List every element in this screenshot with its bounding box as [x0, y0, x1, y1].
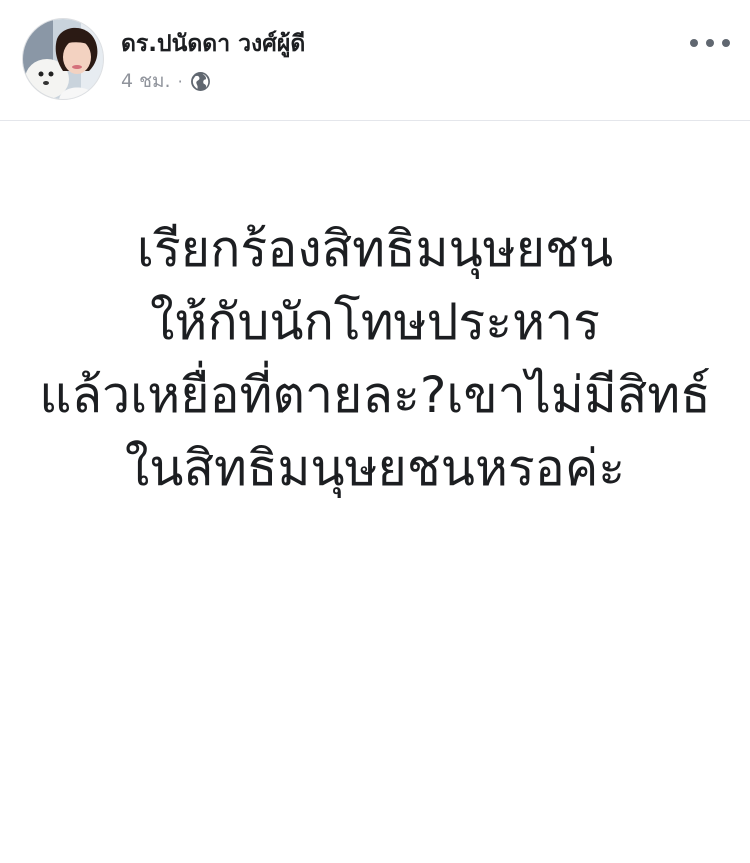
post-text-line: แล้วเหยื่อที่ตายละ?เขาไม่มีสิทธ์: [39, 366, 711, 424]
globe-icon: [190, 71, 210, 91]
post-text-line: เรียกร้องสิทธิมนุษยชน: [136, 220, 614, 278]
more-options-icon[interactable]: [690, 30, 730, 56]
post-text-line: ให้กับนักโทษประหาร: [150, 293, 600, 351]
post-header: ดร.ปนัดดา วงศ์ผู้ดี 4 ชม. ·: [0, 0, 750, 120]
post-meta: 4 ชม. ·: [121, 68, 211, 94]
author-name[interactable]: ดร.ปนัดดา วงศ์ผู้ดี: [121, 26, 305, 62]
post-text-line: ในสิทธิมนุษยชนหรอค่ะ: [124, 439, 626, 497]
profile-photo: [23, 19, 103, 99]
post-text: เรียกร้องสิทธิมนุษยชน ให้กับนักโทษประหาร…: [0, 213, 750, 505]
avatar[interactable]: [22, 18, 104, 100]
post-time[interactable]: 4 ชม.: [121, 66, 171, 96]
meta-separator: ·: [177, 71, 183, 91]
